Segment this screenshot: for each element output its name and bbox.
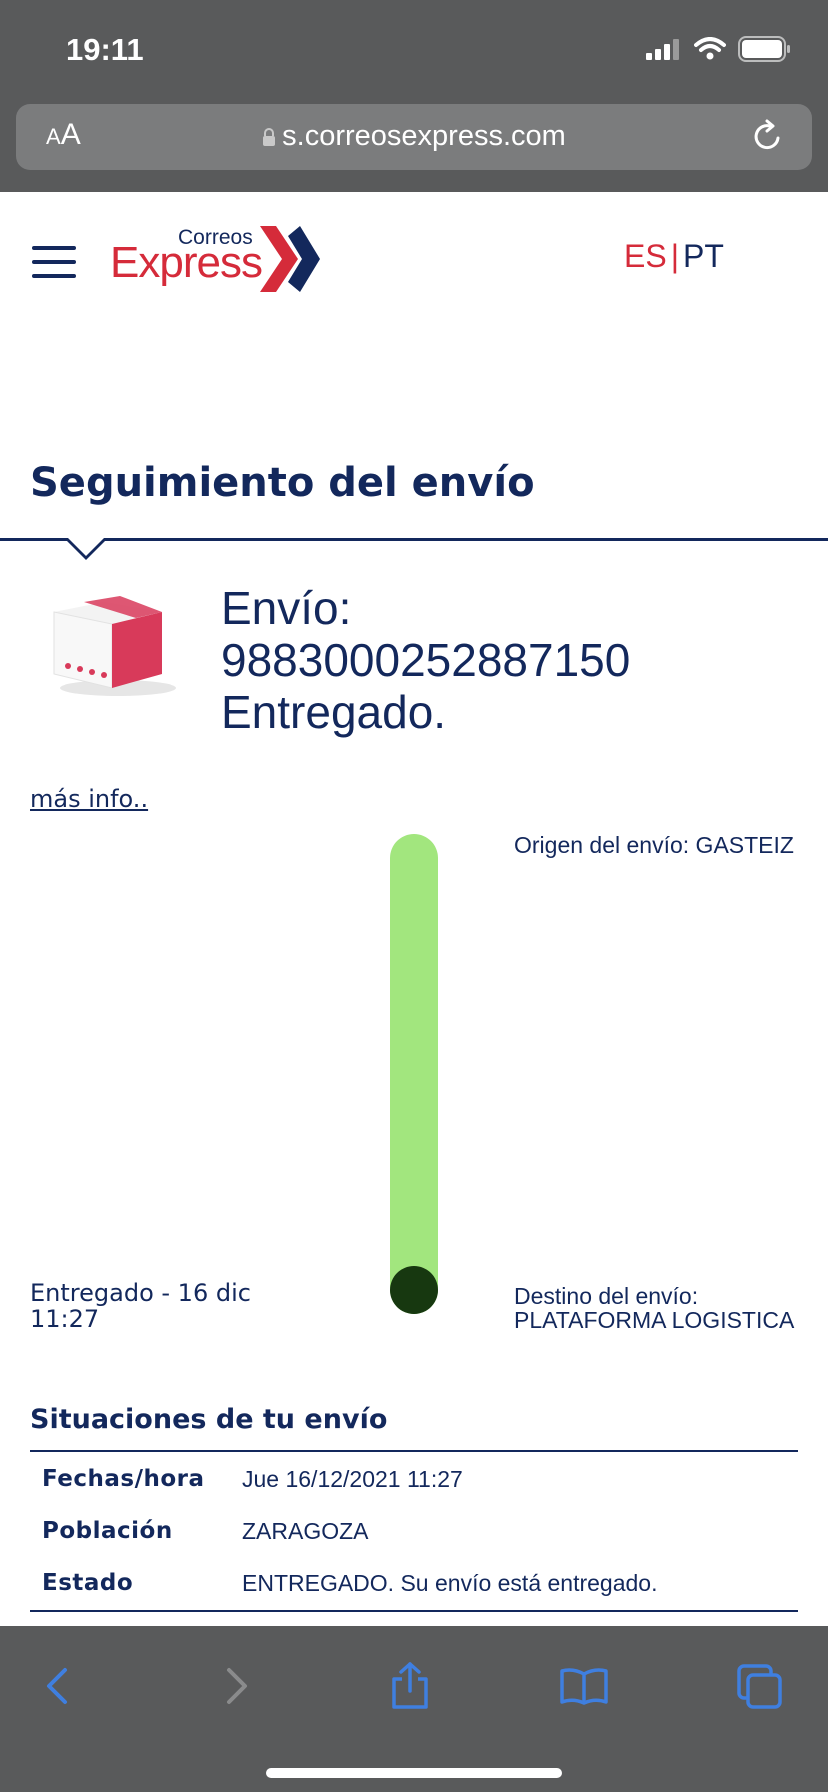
row-key: Estado	[42, 1570, 134, 1596]
menu-icon[interactable]	[32, 246, 76, 278]
back-icon	[47, 1668, 67, 1704]
menu-line	[32, 260, 76, 264]
menu-line	[32, 246, 76, 250]
destination-value: PLATAFORMA LOGISTICA	[514, 1307, 795, 1333]
wifi-icon	[694, 37, 726, 60]
row-value: ZARAGOZA	[242, 1518, 369, 1544]
delivered-date: Entregado - 16 dic	[30, 1279, 251, 1307]
destination-label: Destino del envío:	[514, 1283, 699, 1309]
row-value: ENTREGADO. Su envío está entregado.	[242, 1570, 658, 1596]
table-row: Población ZARAGOZA	[30, 1518, 798, 1558]
logo-chevron-icon	[260, 226, 320, 292]
package-box-icon	[53, 596, 176, 696]
tabs-icon	[737, 1664, 782, 1709]
status-icons	[646, 36, 792, 62]
bookmarks-icon	[560, 1668, 608, 1705]
home-indicator[interactable]	[266, 1768, 562, 1778]
reload-icon[interactable]	[750, 118, 786, 154]
correos-express-logo[interactable]: Correos Express	[108, 224, 320, 294]
table-row: Fechas/hora Jue 16/12/2021 11:27	[30, 1466, 798, 1506]
lang-separator: |	[670, 238, 679, 274]
forward-icon	[227, 1668, 247, 1704]
back-button[interactable]	[28, 1656, 88, 1716]
battery-icon	[738, 36, 790, 62]
row-key: Fechas/hora	[42, 1466, 205, 1492]
row-value: Jue 16/12/2021 11:27	[242, 1466, 463, 1492]
lock-icon	[263, 128, 276, 146]
shipment-number: 9883000252887150	[221, 634, 631, 686]
table-row: Estado ENTREGADO. Su envío está entregad…	[30, 1570, 798, 1610]
page-title: Seguimiento del envío	[30, 460, 535, 506]
shipment-heading: Envío: 9883000252887150 Entregado.	[221, 582, 630, 738]
logo-express-text: Express	[110, 238, 263, 287]
situations-table: Fechas/hora Jue 16/12/2021 11:27 Poblaci…	[30, 1450, 798, 1612]
address-bar[interactable]: AA s.correosexpress.com	[16, 104, 812, 170]
shipment-status: Entregado.	[221, 686, 447, 738]
delivered-info: Entregado - 16 dic 11:27	[30, 1280, 330, 1332]
url-display[interactable]: s.correosexpress.com	[16, 120, 812, 153]
menu-line	[32, 274, 76, 278]
share-button[interactable]	[380, 1656, 440, 1716]
share-icon	[392, 1662, 428, 1709]
origin-label: Origen del envío: GASTEIZ	[514, 832, 794, 858]
row-key: Población	[42, 1518, 173, 1544]
title-notch-icon	[64, 538, 108, 560]
status-bar: 19:11	[0, 0, 828, 96]
url-text: s.correosexpress.com	[282, 120, 566, 152]
lang-pt-link[interactable]: PT	[683, 238, 724, 274]
bookmarks-button[interactable]	[554, 1656, 614, 1716]
lang-es-link[interactable]: ES	[624, 238, 667, 274]
title-divider	[0, 538, 828, 541]
progress-track	[390, 834, 438, 1314]
tabs-button[interactable]	[730, 1656, 790, 1716]
progress-marker	[390, 1266, 438, 1314]
browser-address-area: AA s.correosexpress.com	[0, 96, 828, 192]
forward-button[interactable]	[206, 1656, 266, 1716]
status-time: 19:11	[66, 32, 144, 67]
more-info-link[interactable]: más info..	[30, 785, 148, 813]
language-switcher: ES | PT	[624, 238, 724, 275]
signal-icon	[646, 39, 679, 60]
browser-toolbar	[0, 1626, 828, 1792]
destination-info: Destino del envío: PLATAFORMA LOGISTICA	[514, 1284, 814, 1332]
shipment-label: Envío:	[221, 582, 352, 634]
delivered-time: 11:27	[30, 1305, 100, 1333]
situations-title: Situaciones de tu envío	[30, 1404, 388, 1435]
